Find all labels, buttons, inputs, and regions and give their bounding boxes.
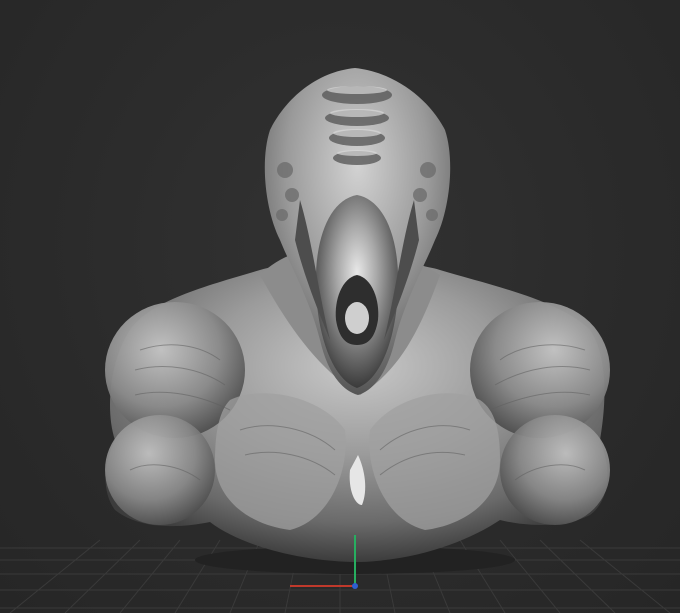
creature-bust-model[interactable] xyxy=(105,68,610,562)
left-arm-mesh xyxy=(105,415,215,525)
z-axis-point xyxy=(352,583,358,589)
mouth-throat-highlight xyxy=(345,302,369,334)
right-arm-mesh xyxy=(500,415,610,525)
viewport-canvas[interactable] xyxy=(0,0,680,613)
3d-viewport[interactable] xyxy=(0,0,680,613)
